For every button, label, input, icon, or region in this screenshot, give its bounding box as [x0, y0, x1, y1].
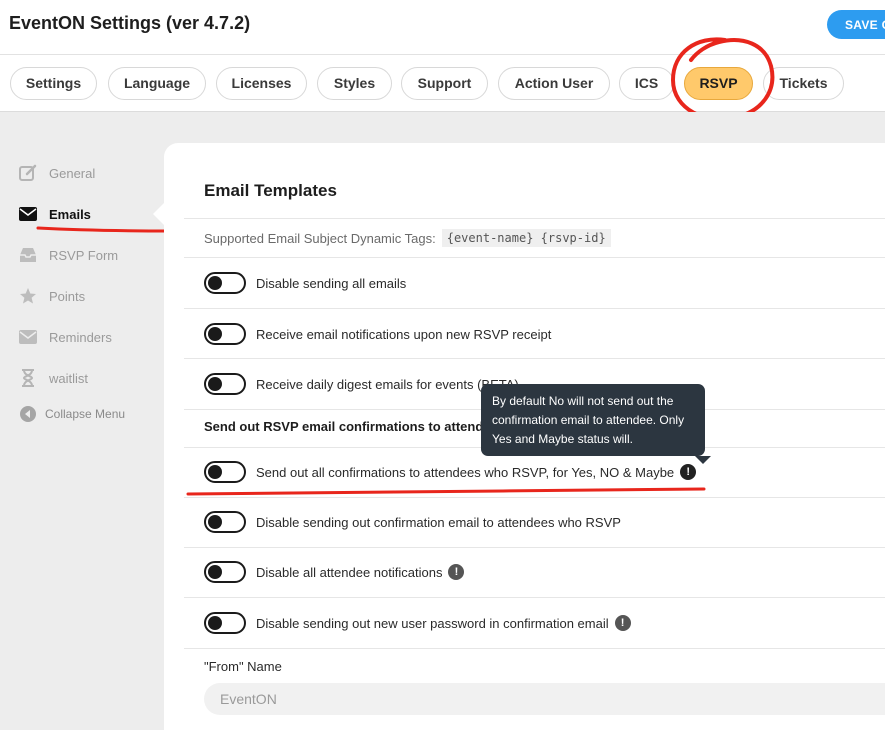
info-icon[interactable]: ! — [614, 615, 631, 631]
toggle-row-disable-user-password: Disable sending out new user password in… — [204, 612, 631, 634]
divider — [184, 547, 885, 548]
divider — [184, 648, 885, 649]
divider — [184, 218, 885, 219]
tab-tickets[interactable]: Tickets — [763, 67, 844, 100]
collapse-arrow-icon — [18, 404, 38, 424]
top-bar: EventON Settings (ver 4.7.2) SAVE CHANGE… — [0, 0, 885, 55]
divider — [184, 497, 885, 498]
star-icon — [18, 286, 38, 306]
settings-tabs: Settings Language Licenses Styles Suppor… — [0, 55, 885, 112]
toggle-label: Disable all attendee notifications — [256, 564, 443, 580]
confirmations-subheading: Send out RSVP email confirmations to att… — [204, 419, 505, 434]
toggle-row-new-rsvp-notifications: Receive email notifications upon new RSV… — [204, 323, 551, 345]
toggle-row-disable-all-emails: Disable sending all emails — [204, 272, 406, 294]
sidebar-item-waitlist[interactable]: waitlist — [18, 366, 158, 390]
new-rsvp-notifications-toggle[interactable] — [204, 323, 246, 345]
dynamic-tags-label: Supported Email Subject Dynamic Tags: — [204, 230, 436, 246]
sidebar-item-reminders[interactable]: Reminders — [18, 325, 158, 349]
envelope-icon — [18, 204, 38, 224]
envelope-icon — [18, 327, 38, 347]
info-tooltip: By default No will not send out the conf… — [481, 384, 705, 456]
tab-action-user[interactable]: Action User — [498, 67, 610, 100]
divider — [184, 597, 885, 598]
collapse-menu-button[interactable]: Collapse Menu — [18, 402, 158, 426]
sidebar-item-points[interactable]: Points — [18, 284, 158, 308]
from-name-label: "From" Name — [204, 659, 282, 674]
disable-all-emails-toggle[interactable] — [204, 272, 246, 294]
tab-styles[interactable]: Styles — [317, 67, 392, 100]
info-icon[interactable]: ! — [448, 564, 465, 580]
toggle-label: Send out all confirmations to attendees … — [256, 464, 675, 480]
tooltip-arrow — [695, 456, 711, 464]
tab-language[interactable]: Language — [108, 67, 206, 100]
toggle-label: Receive email notifications upon new RSV… — [256, 326, 552, 342]
hourglass-icon — [18, 368, 38, 388]
toggle-row-disable-attendee-notifications: Disable all attendee notifications ! — [204, 561, 465, 583]
toggle-label: Receive daily digest emails for events (… — [256, 376, 519, 392]
tab-rsvp[interactable]: RSVP — [684, 67, 753, 100]
disable-user-password-toggle[interactable] — [204, 612, 246, 634]
toggle-row-disable-confirmation: Disable sending out confirmation email t… — [204, 511, 621, 533]
disable-confirmation-toggle[interactable] — [204, 511, 246, 533]
sidebar-item-label: Reminders — [49, 329, 112, 345]
toggle-label: Disable sending out new user password in… — [256, 615, 609, 631]
toggle-label: Disable sending all emails — [256, 275, 407, 291]
divider — [184, 308, 885, 309]
from-name-input[interactable] — [204, 683, 885, 715]
inbox-icon — [18, 245, 38, 265]
sidebar-item-general[interactable]: General — [18, 161, 158, 185]
tab-settings[interactable]: Settings — [10, 67, 97, 100]
tag-event-name: {event-name} — [446, 231, 534, 245]
all-confirmations-toggle[interactable] — [204, 461, 246, 483]
divider — [184, 257, 885, 258]
save-changes-button[interactable]: SAVE CHANGES — [827, 10, 885, 39]
sidebar-item-rsvp-form[interactable]: RSVP Form — [18, 243, 158, 267]
tag-rsvp-id: {rsvp-id} — [540, 231, 606, 245]
toggle-row-all-confirmations: Send out all confirmations to attendees … — [204, 461, 697, 483]
edit-icon — [18, 163, 38, 183]
sidebar-item-label: Collapse Menu — [45, 407, 126, 421]
section-title: Email Templates — [204, 181, 337, 200]
toggle-row-daily-digest: Receive daily digest emails for events (… — [204, 373, 519, 395]
sidebar-item-label: RSVP Form — [49, 247, 119, 263]
panel-pointer — [153, 203, 164, 225]
sidebar-item-label: waitlist — [49, 370, 89, 386]
tab-support[interactable]: Support — [401, 67, 488, 100]
sidebar-item-label: Emails — [49, 206, 91, 222]
disable-attendee-notifications-toggle[interactable] — [204, 561, 246, 583]
sidebar-item-label: Points — [49, 288, 86, 304]
dynamic-tags-code: {event-name} {rsvp-id} — [441, 229, 611, 247]
toggle-label: Disable sending out confirmation email t… — [256, 514, 621, 530]
divider — [184, 358, 885, 359]
tab-licenses[interactable]: Licenses — [216, 67, 307, 100]
sidebar-item-emails[interactable]: Emails — [18, 202, 158, 226]
dynamic-tags-row: Supported Email Subject Dynamic Tags: {e… — [204, 229, 611, 247]
daily-digest-toggle[interactable] — [204, 373, 246, 395]
tab-ics[interactable]: ICS — [619, 67, 674, 100]
page-title: EventON Settings (ver 4.7.2) — [9, 13, 251, 33]
sidebar-item-label: General — [49, 165, 96, 181]
info-icon[interactable]: ! — [680, 464, 697, 480]
